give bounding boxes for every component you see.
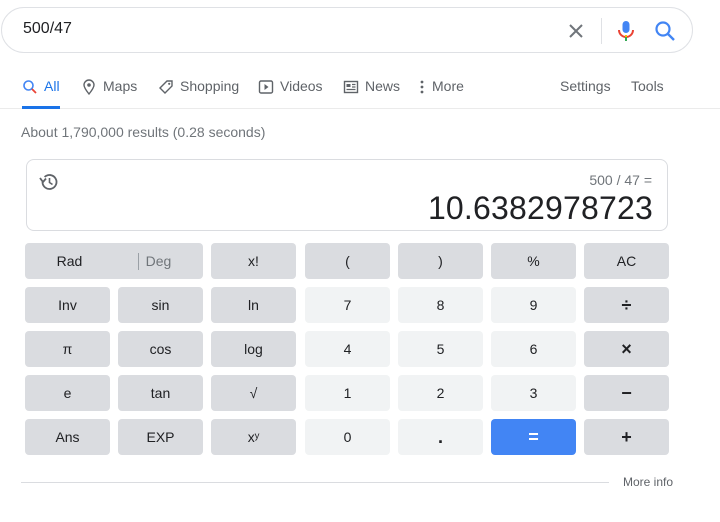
play-icon (258, 79, 274, 95)
decimal-key[interactable]: . (398, 419, 483, 455)
digit-9-key[interactable]: 9 (491, 287, 576, 323)
tab-label: Videos (280, 78, 323, 94)
multiply-key[interactable]: × (584, 331, 669, 367)
tab-label: News (365, 78, 401, 94)
all-clear-key[interactable]: AC (584, 243, 669, 279)
euler-key[interactable]: e (25, 375, 110, 411)
tab-more[interactable]: More (418, 78, 464, 108)
tools-link[interactable]: Tools (631, 78, 664, 94)
percent-key[interactable]: % (491, 243, 576, 279)
map-pin-icon (81, 79, 97, 96)
newspaper-icon (343, 79, 359, 95)
digit-5-key[interactable]: 5 (398, 331, 483, 367)
calculator-result: 10.6382978723 (427, 190, 653, 226)
settings-link[interactable]: Settings (560, 78, 611, 94)
sqrt-key[interactable]: √ (211, 375, 296, 411)
power-key[interactable]: xʸ (211, 419, 296, 455)
digit-4-key[interactable]: 4 (305, 331, 390, 367)
tab-label: Shopping (180, 78, 240, 94)
digit-2-key[interactable]: 2 (398, 375, 483, 411)
search-input[interactable]: 500/47 (23, 20, 72, 38)
microphone-icon[interactable] (613, 18, 639, 44)
divide-key[interactable]: ÷ (584, 287, 669, 323)
tab-label: All (44, 78, 60, 94)
footer-divider (21, 482, 609, 483)
digit-7-key[interactable]: 7 (305, 287, 390, 323)
angle-mode-toggle: Rad Deg (25, 243, 203, 279)
search-divider (601, 18, 602, 44)
digit-8-key[interactable]: 8 (398, 287, 483, 323)
search-icon[interactable] (652, 18, 678, 44)
tag-icon (158, 79, 174, 95)
pi-key[interactable]: π (25, 331, 110, 367)
tab-videos[interactable]: Videos (258, 78, 323, 108)
minus-key[interactable]: − (584, 375, 669, 411)
log-key[interactable]: log (211, 331, 296, 367)
rad-button[interactable]: Rad (25, 243, 114, 279)
inverse-key[interactable]: Inv (25, 287, 110, 323)
tab-all[interactable]: All (22, 78, 60, 109)
tab-label: Maps (103, 78, 138, 94)
more-info-link[interactable]: More info (623, 475, 673, 489)
left-paren-key[interactable]: ( (305, 243, 390, 279)
answer-key[interactable]: Ans (25, 419, 110, 455)
tab-shopping[interactable]: Shopping (158, 78, 239, 108)
tab-news[interactable]: News (343, 78, 400, 108)
result-stats: About 1,790,000 results (0.28 seconds) (21, 124, 266, 140)
exp-key[interactable]: EXP (118, 419, 203, 455)
tab-label: More (432, 78, 464, 94)
tan-key[interactable]: tan (118, 375, 203, 411)
sin-key[interactable]: sin (118, 287, 203, 323)
digit-1-key[interactable]: 1 (305, 375, 390, 411)
tab-maps[interactable]: Maps (81, 78, 137, 108)
search-bar[interactable]: 500/47 (1, 7, 693, 53)
cos-key[interactable]: cos (118, 331, 203, 367)
calculator-expression: 500 / 47 = (589, 172, 652, 188)
digit-0-key[interactable]: 0 (305, 419, 390, 455)
digit-3-key[interactable]: 3 (491, 375, 576, 411)
more-vert-icon (418, 79, 426, 95)
ln-key[interactable]: ln (211, 287, 296, 323)
factorial-key[interactable]: x! (211, 243, 296, 279)
history-icon[interactable] (38, 171, 60, 193)
calculator-display: 500 / 47 = 10.6382978723 (26, 159, 668, 231)
search-icon (22, 79, 38, 95)
right-paren-key[interactable]: ) (398, 243, 483, 279)
equals-key[interactable]: = (491, 419, 576, 455)
clear-icon[interactable] (564, 19, 588, 43)
deg-button[interactable]: Deg (114, 243, 203, 279)
digit-6-key[interactable]: 6 (491, 331, 576, 367)
search-tabs: All Maps Shopping Videos News More Setti… (0, 68, 720, 109)
plus-key[interactable]: + (584, 419, 669, 455)
